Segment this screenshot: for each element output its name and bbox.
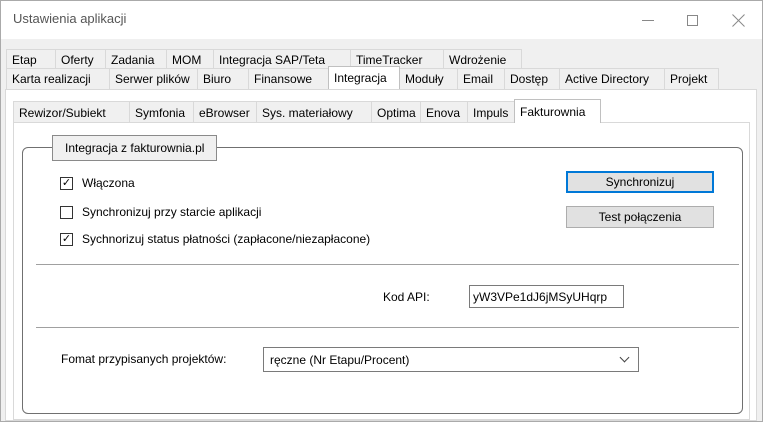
tab-etap[interactable]: Etap	[6, 49, 56, 70]
maximize-button[interactable]	[669, 1, 715, 39]
subtab-rewizor-subiekt[interactable]: Rewizor/Subiekt	[13, 101, 130, 123]
synchronize-button[interactable]: Synchronizuj	[566, 171, 714, 193]
tab-finansowe[interactable]: Finansowe	[248, 68, 329, 89]
tab-moduly[interactable]: Moduły	[399, 68, 458, 89]
tab-zadania[interactable]: Zadania	[105, 49, 167, 70]
tab-dostep[interactable]: Dostęp	[504, 68, 560, 89]
window-title: Ustawienia aplikacji	[13, 11, 127, 26]
api-key-label: Kod API:	[383, 290, 430, 304]
subtab-fakturownia[interactable]: Fakturownia	[514, 99, 601, 123]
enabled-checkbox[interactable]: ✓ Włączona	[60, 176, 135, 190]
tab-row-1: Etap Oferty Zadania MOM Integracja SAP/T…	[6, 49, 522, 70]
tab-mom[interactable]: MOM	[166, 49, 214, 70]
sync-on-start-checkbox[interactable]: Synchronizuj przy starcie aplikacji	[60, 205, 261, 219]
tab-serwer-plikow[interactable]: Serwer plików	[109, 68, 198, 89]
sync-payment-status-label: Sychnorizuj status płatności (zapłacone/…	[82, 232, 371, 246]
subtab-sys-materialowy[interactable]: Sys. materiałowy	[256, 101, 372, 123]
tab-wdrozenie[interactable]: Wdrożenie	[443, 49, 522, 70]
tab-active-directory[interactable]: Active Directory	[559, 68, 665, 89]
checkbox-checked-icon: ✓	[60, 232, 73, 246]
close-button[interactable]	[715, 1, 761, 39]
subtab-row: Rewizor/Subiekt Symfonia eBrowser Sys. m…	[13, 99, 601, 123]
sync-on-start-label: Synchronizuj przy starcie aplikacji	[82, 205, 262, 219]
tab-email[interactable]: Email	[457, 68, 505, 89]
close-icon	[732, 14, 745, 27]
subtab-enova[interactable]: Enova	[420, 101, 468, 123]
maximize-icon	[686, 14, 698, 26]
format-label: Fomat przypisanych projektów:	[61, 352, 227, 366]
subtab-symfonia[interactable]: Symfonia	[129, 101, 194, 123]
test-connection-button[interactable]: Test połączenia	[566, 206, 714, 228]
tab-row-2: Karta realizacji Serwer plików Biuro Fin…	[6, 66, 719, 89]
sync-payment-status-checkbox[interactable]: ✓ Sychnorizuj status płatności (zapłacon…	[60, 232, 370, 246]
title-bar: Ustawienia aplikacji	[1, 1, 762, 39]
enabled-label: Włączona	[82, 176, 135, 190]
api-key-input[interactable]: yW3VPe1dJ6jMSyUHqrp	[469, 285, 624, 308]
tab-integracja[interactable]: Integracja	[328, 66, 400, 89]
subtab-optima[interactable]: Optima	[371, 101, 421, 123]
checkbox-unchecked-icon	[60, 205, 73, 219]
divider-1	[36, 264, 739, 265]
chevron-down-icon	[619, 352, 630, 363]
checkbox-checked-icon: ✓	[60, 176, 73, 190]
tab-projekt[interactable]: Projekt	[664, 68, 719, 89]
minimize-icon	[642, 19, 654, 21]
group-title: Integracja z fakturownia.pl	[52, 135, 218, 161]
settings-window: Ustawienia aplikacji Etap Oferty Zadania…	[0, 0, 763, 422]
tab-biuro[interactable]: Biuro	[197, 68, 249, 89]
tab-oferty[interactable]: Oferty	[55, 49, 106, 70]
subtab-impuls[interactable]: Impuls	[467, 101, 515, 123]
tab-karta-realizacji[interactable]: Karta realizacji	[6, 68, 110, 89]
minimize-button[interactable]	[625, 1, 671, 39]
divider-2	[36, 327, 739, 328]
format-select[interactable]: ręczne (Nr Etapu/Procent)	[263, 347, 639, 372]
subtab-ebrowser[interactable]: eBrowser	[193, 101, 257, 123]
format-select-value: ręczne (Nr Etapu/Procent)	[270, 352, 410, 367]
